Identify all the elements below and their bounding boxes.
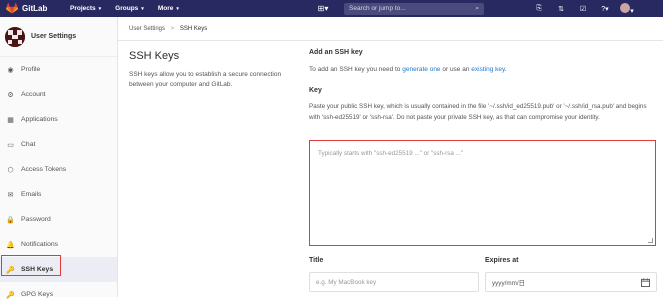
merge-requests-icon[interactable]: ⎘ <box>528 5 550 13</box>
title-placeholder: e.g. My MacBook key <box>316 278 377 286</box>
chat-icon: ▭ <box>7 141 14 149</box>
search-placeholder: Search or jump to... <box>349 5 406 12</box>
nav-projects-label: Projects <box>70 5 96 12</box>
existing-key-link[interactable]: existing key <box>471 66 504 73</box>
sidebar-item-gpg-keys[interactable]: 🔑 GPG Keys <box>0 282 117 307</box>
expires-placeholder: yyyy/mm/日 <box>492 279 525 287</box>
sidebar-item-label: Notifications <box>21 241 59 248</box>
emails-icon: ✉ <box>7 191 14 199</box>
intro-prefix: To add an SSH key you need to <box>309 66 403 73</box>
sidebar-item-label: Chat <box>21 141 36 148</box>
calendar-icon[interactable] <box>641 277 650 287</box>
sidebar-item-password[interactable]: 🔒 Password <box>0 207 117 232</box>
sidebar-item-access-tokens[interactable]: ⬡ Access Tokens <box>0 157 117 182</box>
password-icon: 🔒 <box>6 216 15 224</box>
sidebar-item-label: Account <box>21 91 46 98</box>
user-menu-button[interactable]: ▾ <box>616 2 638 15</box>
search-input[interactable]: Search or jump to... ⌕ <box>344 2 484 15</box>
title-input[interactable]: e.g. My MacBook key <box>309 272 479 292</box>
nav-right: ⊞▾ Search or jump to... ⌕ <box>312 0 484 17</box>
chevron-down-icon: ▾ <box>98 5 102 12</box>
breadcrumb: User Settings > SSH Keys <box>129 26 207 32</box>
sidebar-item-profile[interactable]: ◉ Profile <box>0 57 117 82</box>
sidebar-item-label: Emails <box>21 191 42 198</box>
user-avatar <box>620 2 631 13</box>
expires-date-input[interactable]: yyyy/mm/日 <box>485 272 657 292</box>
chevron-down-icon: ▾ <box>141 5 144 12</box>
issues-icon[interactable]: ⇅ <box>550 5 572 13</box>
sidebar-item-label: Password <box>21 216 51 223</box>
avatar <box>5 26 25 47</box>
notifications-icon: 🔔 <box>6 241 15 249</box>
gpg-key-icon: 🔑 <box>6 291 15 299</box>
key-placeholder: Typically starts with "ssh-ed25519 ..." … <box>318 150 464 157</box>
nav-more[interactable]: More ▾ <box>158 5 179 12</box>
page-title: SSH Keys <box>129 50 180 62</box>
nav-groups-label: Groups <box>115 5 139 12</box>
nav-icons: ⎘ ⇅ ☑ ?▾ ▾ <box>528 0 638 17</box>
sidebar-item-emails[interactable]: ✉ Emails <box>0 182 117 207</box>
profile-icon: ◉ <box>7 66 14 74</box>
resize-handle[interactable] <box>648 238 653 243</box>
sidebar-item-applications[interactable]: ▦ Applications <box>0 107 117 132</box>
todos-icon[interactable]: ☑ <box>572 5 594 13</box>
nav-more-label: More <box>157 5 174 12</box>
breadcrumb-parent[interactable]: User Settings <box>129 26 165 32</box>
breadcrumb-separator: > <box>170 26 175 32</box>
sidebar-item-notifications[interactable]: 🔔 Notifications <box>0 232 117 257</box>
avatar-pattern-icon <box>5 26 25 47</box>
plus-icon: ⊞▾ <box>317 4 329 13</box>
applications-icon: ▦ <box>7 116 14 124</box>
nav-groups[interactable]: Groups ▾ <box>115 5 144 12</box>
breadcrumb-divider <box>118 40 663 41</box>
access-tokens-icon: ⬡ <box>7 166 14 174</box>
intro-suffix: . <box>504 66 507 73</box>
sidebar-item-label: Access Tokens <box>21 166 67 173</box>
gitlab-tanuki-icon <box>6 3 18 14</box>
nav-menu: Projects ▾ Groups ▾ More ▾ <box>56 5 179 12</box>
breadcrumb-current[interactable]: SSH Keys <box>180 26 207 32</box>
key-help-text: Paste your public SSH key, which is usua… <box>309 103 647 121</box>
add-key-intro: To add an SSH key you need to generate o… <box>309 66 507 73</box>
help-icon[interactable]: ?▾ <box>594 5 616 13</box>
sidebar-item-label: Applications <box>21 116 58 123</box>
generate-one-link[interactable]: generate one <box>402 66 440 73</box>
chevron-down-icon: ▾ <box>176 5 179 12</box>
title-label: Title <box>309 257 324 264</box>
account-icon: ⚙ <box>7 91 14 99</box>
add-ssh-key-heading: Add an SSH key <box>309 49 363 56</box>
sidebar-item-chat[interactable]: ▭ Chat <box>0 132 117 157</box>
top-navbar: GitLab Projects ▾ Groups ▾ More ▾ ⊞▾ Sea… <box>0 0 663 17</box>
key-label: Key <box>309 87 322 94</box>
sidebar-header[interactable]: User Settings <box>0 17 117 57</box>
ssh-keys-highlight-box <box>1 255 61 276</box>
intro-mid: or use an <box>440 66 472 73</box>
expires-label: Expires at <box>485 257 519 264</box>
new-dropdown-button[interactable]: ⊞▾ <box>312 4 334 13</box>
sidebar-item-account[interactable]: ⚙ Account <box>0 82 117 107</box>
search-icon: ⌕ <box>475 4 479 12</box>
page-description: SSH keys allow you to establish a secure… <box>129 71 282 88</box>
sidebar-title: User Settings <box>31 33 77 40</box>
key-textarea[interactable]: Typically starts with "ssh-ed25519 ..." … <box>309 140 656 246</box>
nav-projects[interactable]: Projects ▾ <box>70 5 101 12</box>
brand-name: GitLab <box>22 4 48 13</box>
gitlab-logo[interactable]: GitLab <box>6 3 56 14</box>
sidebar-item-label: Profile <box>21 66 41 73</box>
